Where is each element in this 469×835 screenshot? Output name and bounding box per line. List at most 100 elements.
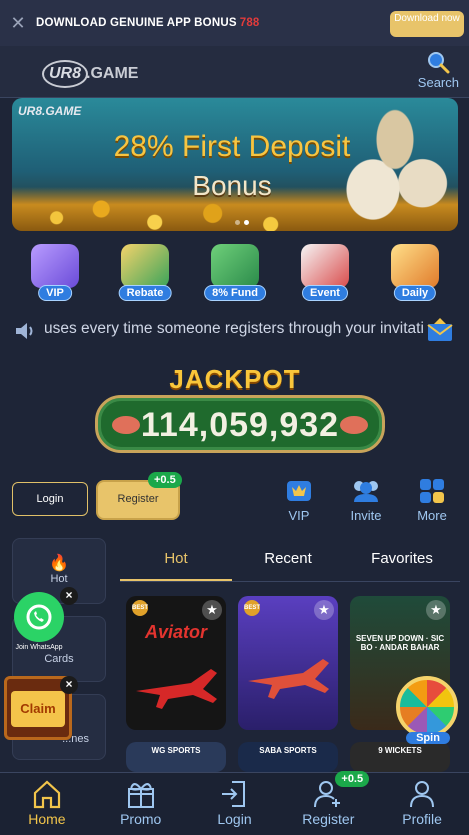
nav-label: Login xyxy=(217,811,252,827)
nav-label: Profile xyxy=(402,811,442,827)
flame-icon: 🔥 xyxy=(49,555,69,572)
close-icon[interactable]: ✕ xyxy=(0,13,36,34)
quick-link-daily[interactable]: Daily xyxy=(380,244,450,302)
promo-banner[interactable]: UR8.GAME 28% First Deposit Bonus xyxy=(12,98,458,231)
home-icon xyxy=(33,780,60,809)
best-badge-icon: BEST xyxy=(132,600,148,616)
whatsapp-widget[interactable]: Join WhatsApp xyxy=(10,592,68,651)
quick-links: VIP Rebate 8% Fund Event Daily xyxy=(20,244,450,302)
nav-label: Home xyxy=(28,811,66,827)
banner-dot-active[interactable] xyxy=(244,220,249,225)
spin-wheel-widget[interactable]: Spin xyxy=(396,676,460,748)
nav-profile[interactable]: Profile xyxy=(375,773,469,835)
search-icon xyxy=(428,52,450,74)
nav-label: Promo xyxy=(120,811,162,827)
login-icon xyxy=(222,781,246,807)
daily-icon xyxy=(391,244,439,288)
game-title: SABA SPORTS xyxy=(259,746,317,755)
game-title: WG SPORTS xyxy=(151,746,201,755)
vip-button[interactable]: VIP xyxy=(274,478,324,523)
quick-link-fund[interactable]: 8% Fund xyxy=(200,244,270,302)
nav-login[interactable]: Login xyxy=(188,773,282,835)
more-label: More xyxy=(417,508,447,523)
logo-mark: UR8 xyxy=(42,60,88,88)
nav-promo[interactable]: Promo xyxy=(94,773,188,835)
search-label: Search xyxy=(417,75,459,90)
site-logo[interactable]: UR8 .GAME xyxy=(42,60,138,88)
speaker-icon xyxy=(16,323,33,339)
jackpot-title: JACKPOT xyxy=(169,364,301,394)
invite-label: Invite xyxy=(350,508,382,523)
jackpot-counter: 114,059,932 xyxy=(95,395,385,453)
category-label: Cards xyxy=(44,653,74,665)
plane-icon xyxy=(248,659,329,699)
more-button[interactable]: More xyxy=(407,478,457,523)
dragon-icon xyxy=(340,416,368,434)
quick-link-label: VIP xyxy=(38,285,72,301)
quick-link-rebate[interactable]: Rebate xyxy=(110,244,180,302)
crown-icon xyxy=(287,481,311,501)
fund-icon xyxy=(211,244,259,288)
login-button[interactable]: Login xyxy=(12,482,88,516)
banner-logo: UR8.GAME xyxy=(18,104,82,118)
whatsapp-label: Join WhatsApp xyxy=(15,644,63,651)
search-button[interactable]: Search xyxy=(418,50,459,90)
banner-chariot-image xyxy=(340,102,450,227)
mail-icon[interactable] xyxy=(426,316,454,344)
nav-home[interactable]: Home xyxy=(0,773,94,835)
quick-link-label: Rebate xyxy=(118,285,172,301)
banner-subtitle: Bonus xyxy=(192,170,272,201)
vip-icon xyxy=(31,244,79,288)
register-bonus-badge: +0.5 xyxy=(148,472,182,488)
game-title: SEVEN UP DOWN · SIC BO · ANDAR BAHAR xyxy=(355,634,445,652)
favorite-star-icon[interactable]: ★ xyxy=(314,600,334,620)
game-card-saba-sports[interactable]: SABA SPORTS xyxy=(238,742,338,772)
banner-title: 28% First Deposit xyxy=(113,130,351,163)
rebate-icon xyxy=(121,244,169,288)
quick-link-label: 8% Fund xyxy=(204,285,266,301)
close-whatsapp-icon[interactable]: × xyxy=(60,587,78,605)
download-bar-text: DOWNLOAD GENUINE APP BONUS 788 xyxy=(36,17,260,29)
user-icon xyxy=(410,781,435,808)
banner-pagination xyxy=(235,220,249,225)
tab-hot[interactable]: Hot xyxy=(120,540,232,581)
tab-favorites[interactable]: Favorites xyxy=(344,540,460,581)
download-bonus-amount: 788 xyxy=(239,17,260,29)
nav-register[interactable]: Register +0.5 xyxy=(281,771,375,835)
game-card-crash[interactable]: BEST ★ xyxy=(238,596,338,730)
tab-recent[interactable]: Recent xyxy=(232,540,344,581)
announcement-marquee: uses every time someone registers throug… xyxy=(12,316,458,344)
game-card-aviator[interactable]: BEST ★ Aviator xyxy=(126,596,226,730)
plane-icon xyxy=(136,669,217,709)
game-tabs: Hot Recent Favorites xyxy=(120,540,460,582)
download-now-button[interactable]: Download now xyxy=(390,11,464,37)
gift-icon xyxy=(127,783,154,808)
download-bar: ✕ DOWNLOAD GENUINE APP BONUS 788 Download… xyxy=(0,0,469,46)
event-icon xyxy=(301,244,349,288)
people-icon xyxy=(354,481,378,502)
spin-label: Spin xyxy=(406,732,450,744)
best-badge-icon: BEST xyxy=(244,600,260,616)
close-claim-icon[interactable]: × xyxy=(60,676,78,694)
download-bar-label: DOWNLOAD GENUINE APP BONUS xyxy=(36,17,237,29)
game-card-wg-sports[interactable]: WG SPORTS xyxy=(126,742,226,772)
marquee-text: uses every time someone registers throug… xyxy=(44,320,424,337)
category-label: Hot xyxy=(50,573,68,585)
invite-button[interactable]: Invite xyxy=(341,478,391,523)
favorite-star-icon[interactable]: ★ xyxy=(426,600,446,620)
quick-link-event[interactable]: Event xyxy=(290,244,360,302)
banner-dot[interactable] xyxy=(235,220,240,225)
favorite-star-icon[interactable]: ★ xyxy=(202,600,222,620)
quick-link-label: Daily xyxy=(393,285,437,301)
vip-label: VIP xyxy=(288,508,310,523)
whatsapp-icon xyxy=(14,592,64,642)
nav-label: Register xyxy=(302,811,355,827)
grid-icon xyxy=(420,479,444,503)
claim-label: Claim xyxy=(11,691,65,727)
register-bonus-badge: +0.5 xyxy=(335,771,370,787)
game-title: Aviator xyxy=(144,622,207,642)
quick-link-vip[interactable]: VIP xyxy=(20,244,90,302)
wheel-icon xyxy=(396,676,458,738)
quick-link-label: Event xyxy=(302,285,348,301)
header: UR8 .GAME Search xyxy=(0,46,469,98)
